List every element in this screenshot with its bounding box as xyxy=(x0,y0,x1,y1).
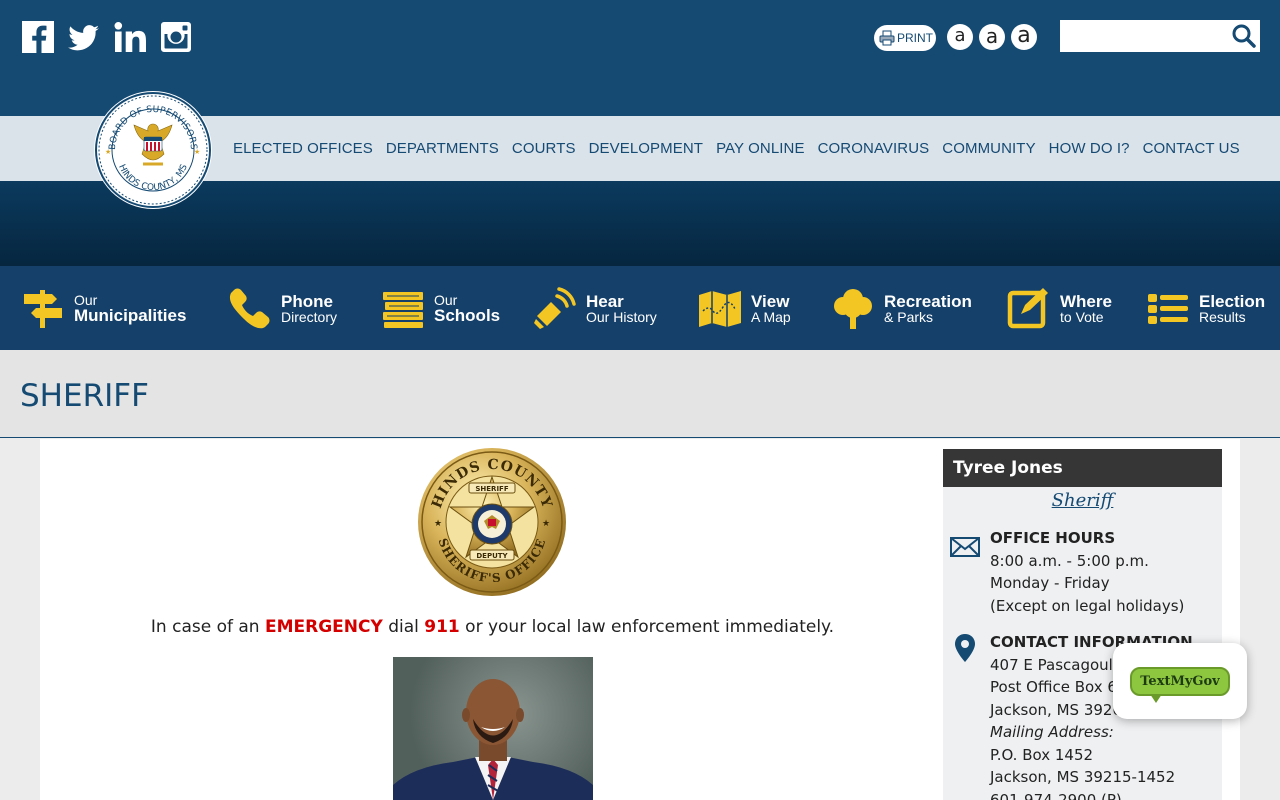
svg-text:★: ★ xyxy=(542,518,550,528)
office-hours-line: 8:00 a.m. - 5:00 p.m. xyxy=(990,551,1149,570)
megaphone-icon xyxy=(532,285,578,331)
nav-development[interactable]: DEVELOPMENT xyxy=(589,140,703,157)
mailing-line: Jackson, MS 39215-1452 xyxy=(990,768,1176,786)
phone-icon xyxy=(227,285,273,331)
search-box xyxy=(1060,20,1260,52)
font-size-large-button[interactable]: a xyxy=(1011,24,1037,50)
emergency-number: 911 xyxy=(424,617,460,637)
page-title-band: SHERIFF xyxy=(0,350,1280,438)
nav-elected-offices[interactable]: ELECTED OFFICES xyxy=(233,140,373,157)
sheriff-badge-logo: HINDS COUNTY SHERIFF'S OFFICE SHERIFF DE… xyxy=(417,447,567,597)
printer-icon xyxy=(879,30,895,46)
signpost-icon xyxy=(20,285,66,331)
official-sidebar: Tyree Jones Sheriff OFFICE HOURS 8:00 a.… xyxy=(943,449,1222,800)
quick-link-municipalities[interactable]: Our Municipalities xyxy=(20,266,186,350)
emergency-prefix: In case of an xyxy=(150,617,265,637)
main-content: HINDS COUNTY SHERIFF'S OFFICE SHERIFF DE… xyxy=(40,439,1240,800)
instagram-icon[interactable] xyxy=(160,20,192,54)
page-title: SHERIFF xyxy=(20,378,149,414)
font-size-medium-button[interactable]: a xyxy=(979,24,1005,50)
quick-link-election-results[interactable]: Election Results xyxy=(1145,266,1265,350)
svg-text:★: ★ xyxy=(434,518,442,528)
svg-text:★: ★ xyxy=(194,148,200,156)
quick-link-where-to-vote[interactable]: Where to Vote xyxy=(1006,266,1112,350)
quick-link-schools[interactable]: Our Schools xyxy=(380,266,500,350)
checkbox-icon xyxy=(1006,285,1052,331)
site-header: PRINT a a a ELECTED OFFICES DEPARTMENTS … xyxy=(0,0,1280,266)
envelope-icon xyxy=(950,531,980,561)
official-name: Tyree Jones xyxy=(943,449,1222,487)
quick-link-light-text: Our History xyxy=(586,308,657,325)
print-button[interactable]: PRINT xyxy=(874,25,936,51)
quick-link-bold-text: Phone xyxy=(281,291,333,311)
quick-link-light-text: Directory xyxy=(281,308,338,325)
emergency-suffix: or your local law enforcement immediatel… xyxy=(459,617,835,637)
quick-link-bold-text: Recreation xyxy=(884,291,972,311)
quick-link-recreation-parks[interactable]: Recreation & Parks xyxy=(830,266,972,350)
quick-link-phone-directory[interactable]: Phone Directory xyxy=(227,266,337,350)
mailing-line: P.O. Box 1452 xyxy=(990,745,1094,764)
nav-community[interactable]: COMMUNITY xyxy=(942,140,1035,157)
svg-text:★: ★ xyxy=(105,148,111,156)
textmygov-widget-button[interactable]: TextMyGov xyxy=(1113,643,1247,719)
map-icon xyxy=(697,285,743,331)
quick-link-light-text: Results xyxy=(1199,308,1246,325)
quick-link-light-text: & Parks xyxy=(884,308,934,325)
quick-links-bar: Our Municipalities Phone Directory Our S… xyxy=(0,266,1280,350)
quick-link-bold-text: Municipalities xyxy=(74,305,187,325)
quick-link-light-text: Our xyxy=(434,291,458,308)
nav-pay-online[interactable]: PAY ONLINE xyxy=(716,140,805,157)
quick-link-bold-text: Hear xyxy=(586,291,624,311)
sheriff-portrait xyxy=(393,657,593,800)
nav-coronavirus[interactable]: CORONAVIRUS xyxy=(818,140,930,157)
social-links xyxy=(22,20,192,54)
mailing-address-label: Mailing Address: xyxy=(990,723,1114,741)
quick-link-light-text: Our xyxy=(74,291,98,308)
map-pin-icon xyxy=(950,633,980,663)
tree-icon xyxy=(830,285,876,331)
office-hours-line: (Except on legal holidays) xyxy=(990,596,1185,615)
official-role-link[interactable]: Sheriff xyxy=(1052,490,1114,511)
quick-link-light-text: A Map xyxy=(751,308,791,325)
quick-link-bold-text: Where xyxy=(1060,291,1112,311)
quick-link-bold-text: Election xyxy=(1199,291,1266,311)
badge-ribbon-top: SHERIFF xyxy=(475,485,508,493)
office-hours-heading: OFFICE HOURS xyxy=(990,529,1116,547)
office-hours-block: OFFICE HOURS 8:00 a.m. - 5:00 p.m. Monda… xyxy=(943,527,1222,617)
search-icon[interactable] xyxy=(1230,22,1258,50)
print-label: PRINT xyxy=(897,31,933,45)
list-icon xyxy=(1145,285,1191,331)
twitter-icon[interactable] xyxy=(68,20,100,54)
facebook-icon[interactable] xyxy=(22,20,54,54)
quick-link-view-map[interactable]: View A Map xyxy=(697,266,791,350)
quick-link-bold-text: View xyxy=(751,291,790,311)
textmygov-label: TextMyGov xyxy=(1130,666,1230,703)
font-size-small-button[interactable]: a xyxy=(947,24,973,50)
books-icon xyxy=(380,285,426,331)
emergency-notice: In case of an EMERGENCY dial 911 or your… xyxy=(40,617,945,637)
nav-courts[interactable]: COURTS xyxy=(512,140,576,157)
emergency-word: EMERGENCY xyxy=(264,617,383,637)
badge-ribbon-bottom: DEPUTY xyxy=(476,552,508,560)
emergency-mid: dial xyxy=(382,617,425,637)
nav-contact-us[interactable]: CONTACT US xyxy=(1143,140,1240,157)
nav-departments[interactable]: DEPARTMENTS xyxy=(386,140,499,157)
nav-how-do-i[interactable]: HOW DO I? xyxy=(1049,140,1130,157)
phone-line: 601-974-2900 (P) xyxy=(990,790,1122,800)
county-seal-logo[interactable]: BOARD OF SUPERVISORS HINDS COUNTY, MS ★ … xyxy=(93,90,213,210)
quick-link-hear-our-history[interactable]: Hear Our History xyxy=(532,266,657,350)
quick-link-bold-text: Schools xyxy=(434,305,501,325)
linkedin-icon[interactable] xyxy=(114,20,146,54)
office-hours-line: Monday - Friday xyxy=(990,574,1110,592)
search-input[interactable] xyxy=(1064,22,1230,50)
quick-link-light-text: to Vote xyxy=(1060,308,1104,325)
